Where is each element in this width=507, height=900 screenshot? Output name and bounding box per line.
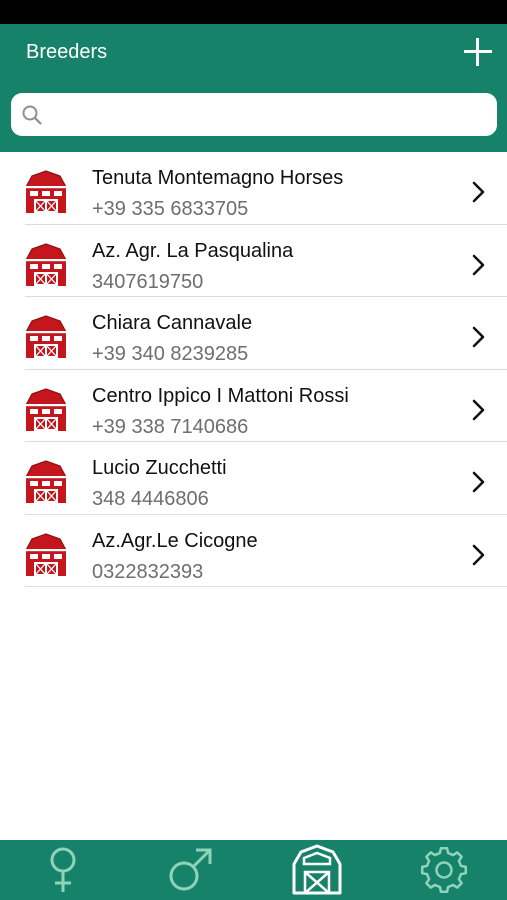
barn-icon <box>25 170 67 213</box>
chevron-right-icon <box>472 544 485 565</box>
chevron-right-icon <box>472 181 485 203</box>
breeder-phone: +39 338 7140686 <box>92 415 249 438</box>
breeder-phone: 3407619750 <box>92 270 204 293</box>
list-item[interactable]: Lucio Zucchetti 348 4446806 <box>0 442 507 515</box>
status-bar <box>0 0 507 24</box>
tab-stallions[interactable] <box>127 840 253 900</box>
tab-bar <box>0 840 507 900</box>
list-item[interactable]: Centro Ippico I Mattoni Rossi +39 338 71… <box>0 370 507 442</box>
barn-icon <box>292 844 342 895</box>
list-item[interactable]: Az.Agr.Le Cicogne 0322832393 <box>0 515 507 587</box>
list-item[interactable]: Az. Agr. La Pasqualina 3407619750 <box>0 225 507 297</box>
breeder-phone: 348 4446806 <box>92 488 209 510</box>
barn-icon <box>25 532 67 576</box>
barn-icon <box>25 315 67 358</box>
breeder-name: Az. Agr. La Pasqualina <box>92 239 294 262</box>
tab-settings[interactable] <box>381 840 507 900</box>
breeder-name: Tenuta Montemagno Horses <box>92 167 344 189</box>
breeder-phone: 0322832393 <box>92 560 204 583</box>
chevron-right-icon <box>472 471 485 493</box>
chevron-right-icon <box>472 254 485 275</box>
male-icon <box>169 848 212 891</box>
tab-breeders[interactable] <box>254 840 380 900</box>
breeder-name: Az.Agr.Le Cicogne <box>92 529 258 552</box>
chevron-right-icon <box>472 399 485 420</box>
list-item[interactable]: Chiara Cannavale +39 340 8239285 <box>0 297 507 370</box>
list-item[interactable]: Tenuta Montemagno Horses +39 335 6833705 <box>0 152 507 225</box>
tab-mares[interactable] <box>0 840 126 900</box>
female-icon <box>50 847 76 892</box>
breeder-name: Centro Ippico I Mattoni Rossi <box>92 384 349 407</box>
barn-icon <box>25 460 67 503</box>
breeder-name: Lucio Zucchetti <box>92 457 227 479</box>
breeder-list: Tenuta Montemagno Horses +39 335 6833705… <box>0 152 507 587</box>
add-breeder-button[interactable] <box>460 34 496 70</box>
breeder-name: Chiara Cannavale <box>92 312 253 334</box>
breeder-phone: +39 340 8239285 <box>92 343 249 365</box>
app-header: Breeders <box>0 24 507 152</box>
breeder-phone: +39 335 6833705 <box>92 198 249 220</box>
chevron-right-icon <box>472 326 485 348</box>
barn-icon <box>25 242 67 286</box>
barn-icon <box>25 387 67 431</box>
search-icon <box>22 105 42 125</box>
search-input[interactable] <box>51 93 487 136</box>
page-title: Breeders <box>26 41 108 63</box>
search-bar[interactable] <box>11 93 497 136</box>
gear-icon <box>420 846 468 894</box>
row-divider <box>25 586 507 587</box>
